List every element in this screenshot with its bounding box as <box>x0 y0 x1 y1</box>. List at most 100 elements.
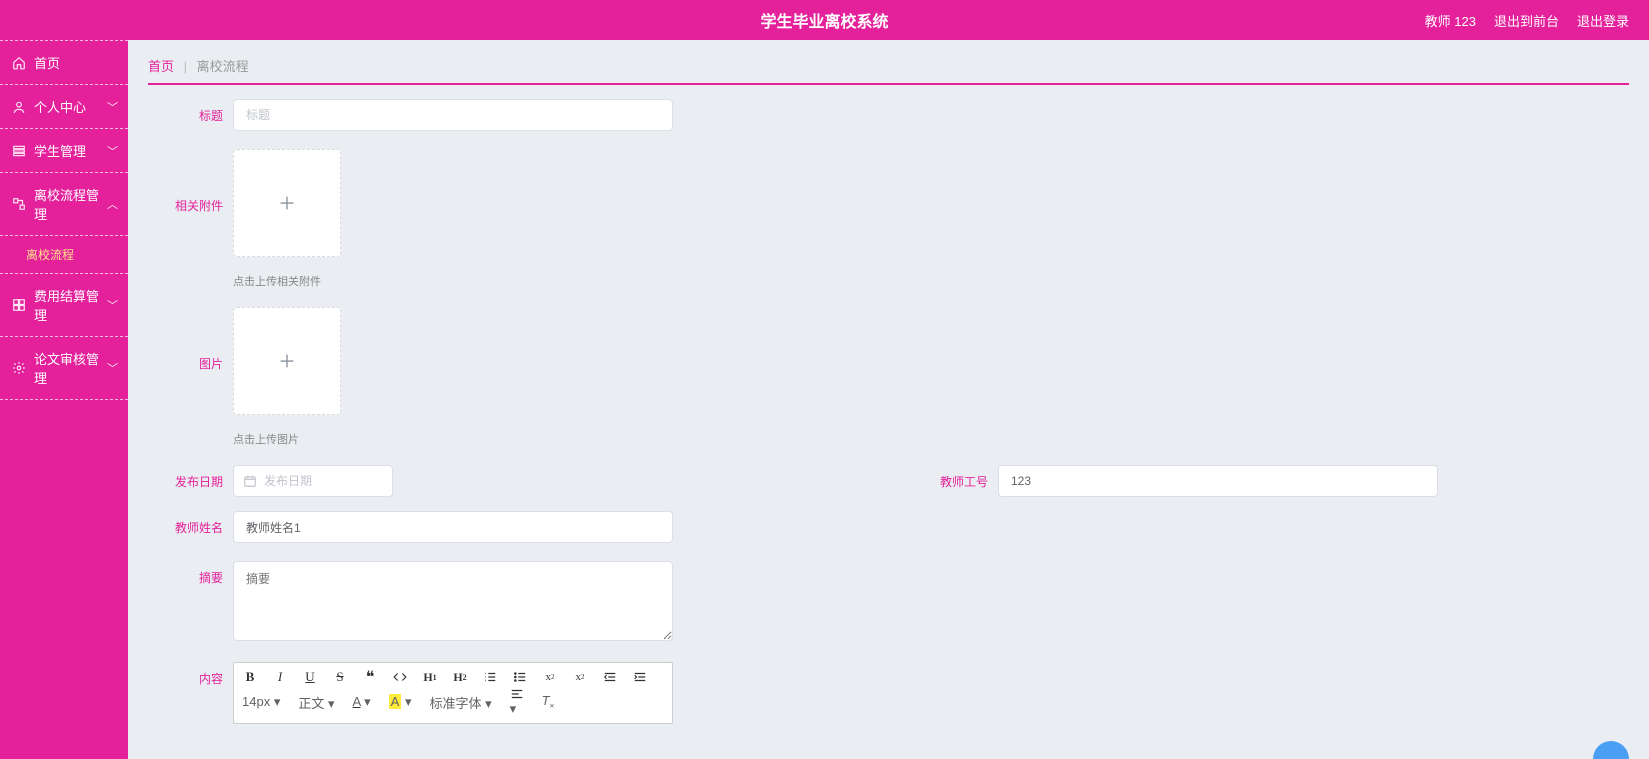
subscript-button[interactable]: x2 <box>542 669 558 685</box>
summary-label: 摘要 <box>148 561 233 586</box>
bg-color-select[interactable]: A ▾ <box>389 694 412 710</box>
publish-date-input[interactable] <box>233 465 393 497</box>
image-upload-button[interactable] <box>233 307 341 415</box>
sidebar-item-leave-process-mgmt[interactable]: 离校流程管理 ︿ <box>0 173 128 236</box>
bg-color-icon: A <box>389 694 402 709</box>
breadcrumb-home[interactable]: 首页 <box>148 59 174 74</box>
clear-format-button[interactable]: T× <box>542 693 555 711</box>
editor-toolbar-row-2: 14px ▾ 正文 ▾ A ▾ A ▾ <box>234 687 672 723</box>
attachment-upload-button[interactable] <box>233 149 341 257</box>
chevron-down-icon: ▾ <box>328 696 335 711</box>
superscript-button[interactable]: x2 <box>572 669 588 685</box>
publish-date-label: 发布日期 <box>148 465 233 497</box>
form-row-attachment: 相关附件 点击上传相关附件 <box>148 149 1629 289</box>
editor-toolbar-row-1: B I U S ❝ H1 H2 <box>234 663 672 687</box>
title-label: 标题 <box>148 99 233 124</box>
chevron-down-icon: ▾ <box>510 701 517 716</box>
current-user-label[interactable]: 教师 123 <box>1425 11 1476 30</box>
image-label: 图片 <box>148 307 233 372</box>
align-select[interactable]: ▾ <box>510 687 524 717</box>
heading1-button[interactable]: H1 <box>422 669 438 685</box>
form-row-title: 标题 <box>148 99 1629 131</box>
app-header: 学生毕业离校系统 教师 123 退出到前台 退出登录 <box>0 0 1649 40</box>
exit-to-front-button[interactable]: 退出到前台 <box>1494 11 1559 30</box>
form-row-teacher-name: 教师姓名 <box>148 511 1629 543</box>
sidebar-subitem-leave-process[interactable]: 离校流程 <box>0 236 128 274</box>
sidebar-item-home[interactable]: 首页 <box>0 40 128 85</box>
ordered-list-button[interactable] <box>482 669 498 685</box>
font-family-select[interactable]: 标准字体 ▾ <box>429 693 491 712</box>
font-color-select[interactable]: A ▾ <box>353 694 371 710</box>
teacher-id-label: 教师工号 <box>913 465 998 497</box>
sidebar-item-fee-mgmt[interactable]: 费用结算管理 ﹀ <box>0 274 128 337</box>
breadcrumb-separator: | <box>184 59 187 74</box>
underline-button[interactable]: U <box>302 669 318 685</box>
unordered-list-button[interactable] <box>512 669 528 685</box>
font-family-value: 标准字体 <box>429 696 481 711</box>
sidebar-item-label: 离校流程管理 <box>34 185 107 223</box>
content-label: 内容 <box>148 662 233 687</box>
image-hint: 点击上传图片 <box>233 431 1629 447</box>
attachment-hint: 点击上传相关附件 <box>233 273 1629 289</box>
plus-icon <box>276 350 298 372</box>
form-row-summary: 摘要 <box>148 561 1629 644</box>
title-input[interactable] <box>233 99 673 131</box>
summary-textarea[interactable] <box>233 561 673 641</box>
sidebar-subitem-label: 离校流程 <box>26 248 74 262</box>
chevron-down-icon: ﹀ <box>107 143 118 159</box>
sidebar-item-profile[interactable]: 个人中心 ﹀ <box>0 85 128 129</box>
heading2-button[interactable]: H2 <box>452 669 468 685</box>
header-actions: 教师 123 退出到前台 退出登录 <box>1425 11 1649 30</box>
form-row-date-teacherid: 发布日期 教师工号 <box>148 465 1629 497</box>
rich-text-editor: B I U S ❝ H1 H2 <box>233 662 673 724</box>
logout-button[interactable]: 退出登录 <box>1577 11 1629 30</box>
cog-icon <box>12 361 26 375</box>
sidebar-item-student-mgmt[interactable]: 学生管理 ﹀ <box>0 129 128 173</box>
sidebar-item-label: 个人中心 <box>34 97 107 116</box>
teacher-name-label: 教师姓名 <box>148 511 233 536</box>
indent-decrease-button[interactable] <box>602 669 618 685</box>
content-card: 首页 | 离校流程 标题 相关附件 点击上传相关附件 图片 <box>148 50 1629 724</box>
chevron-down-icon: ﹀ <box>107 297 118 313</box>
chevron-down-icon: ▾ <box>274 694 281 709</box>
list-icon <box>12 144 26 158</box>
user-icon <box>12 100 26 114</box>
strikethrough-button[interactable]: S <box>332 669 348 685</box>
sidebar: 首页 个人中心 ﹀ 学生管理 ﹀ 离校流程管理 ︿ 离校流程 费用结算管理 ﹀ … <box>0 40 128 759</box>
sidebar-item-thesis-mgmt[interactable]: 论文审核管理 ﹀ <box>0 337 128 400</box>
chevron-down-icon: ▾ <box>485 696 492 711</box>
teacher-id-input[interactable] <box>998 465 1438 497</box>
sidebar-item-label: 学生管理 <box>34 141 107 160</box>
flow-icon <box>12 197 26 211</box>
main-content: 首页 | 离校流程 标题 相关附件 点击上传相关附件 图片 <box>128 40 1649 759</box>
home-icon <box>12 56 26 70</box>
form-row-image: 图片 点击上传图片 <box>148 307 1629 447</box>
font-size-value: 14px <box>242 694 270 709</box>
chevron-down-icon: ﹀ <box>107 99 118 115</box>
form-row-content: 内容 B I U S ❝ H1 H2 <box>148 662 1629 724</box>
chevron-down-icon: ﹀ <box>107 360 118 376</box>
align-left-icon <box>510 687 524 701</box>
breadcrumb-current: 离校流程 <box>197 59 249 74</box>
teacher-name-input[interactable] <box>233 511 673 543</box>
sidebar-item-label: 论文审核管理 <box>34 349 107 387</box>
indent-increase-button[interactable] <box>632 669 648 685</box>
app-title: 学生毕业离校系统 <box>760 8 888 32</box>
chevron-up-icon: ︿ <box>107 196 118 212</box>
blockquote-button[interactable]: ❝ <box>362 669 378 685</box>
chevron-down-icon: ▾ <box>405 694 412 709</box>
attachment-label: 相关附件 <box>148 149 233 214</box>
grid-icon <box>12 298 26 312</box>
font-style-select[interactable]: 正文 ▾ <box>298 693 334 712</box>
bold-button[interactable]: B <box>242 669 258 685</box>
sidebar-item-label: 首页 <box>34 53 118 72</box>
italic-button[interactable]: I <box>272 669 288 685</box>
chevron-down-icon: ▾ <box>364 694 371 709</box>
breadcrumb: 首页 | 离校流程 <box>148 50 1629 85</box>
font-style-value: 正文 <box>298 696 324 711</box>
code-block-button[interactable] <box>392 669 408 685</box>
sidebar-item-label: 费用结算管理 <box>34 286 107 324</box>
font-color-icon: A <box>353 694 361 709</box>
font-size-select[interactable]: 14px ▾ <box>242 694 280 710</box>
plus-icon <box>276 192 298 214</box>
